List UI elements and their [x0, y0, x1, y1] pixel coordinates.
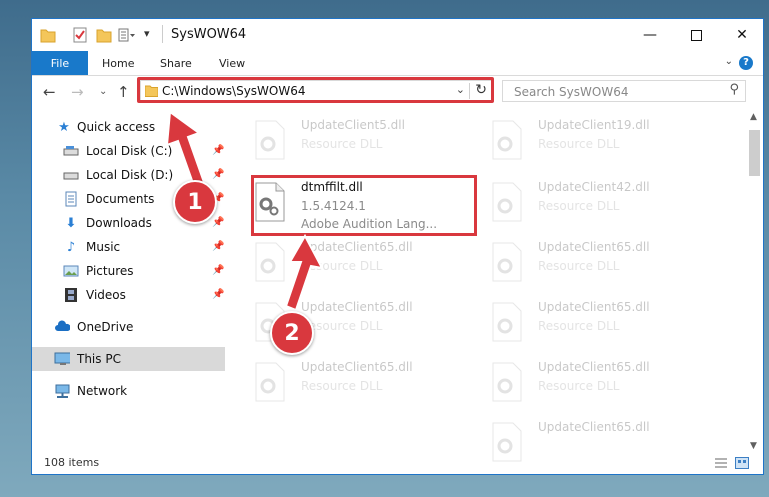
callout-badge-2: 2 — [270, 311, 314, 355]
callout-arrows — [165, 110, 324, 312]
callout-badge-1: 1 — [173, 180, 217, 224]
callout-arrow-2 — [284, 233, 324, 312]
callout-arrow-1 — [165, 110, 207, 191]
